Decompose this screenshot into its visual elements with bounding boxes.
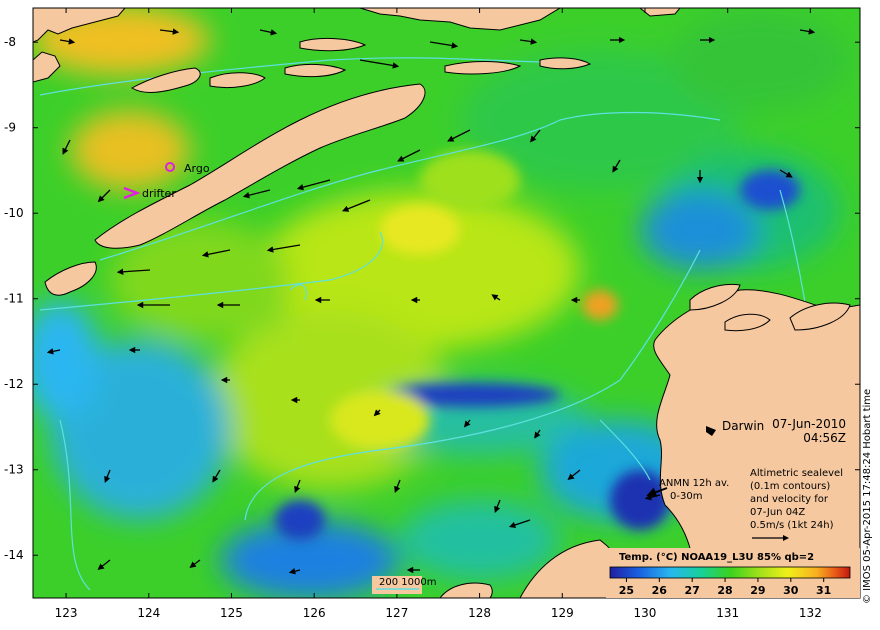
lat-tick-label: -14	[4, 548, 24, 562]
darwin-label: Darwin	[722, 419, 764, 433]
lon-tick-label: 127	[385, 606, 408, 620]
colorbar-tick-label: 29	[750, 584, 765, 597]
map-frame-content	[33, 8, 860, 598]
anmn-label-line1: ANMN 12h av.	[659, 478, 729, 489]
credit-text: © IMOS 05-Apr-2015 17:48:24 Hobart time	[862, 388, 873, 604]
colorbar-tick-label: 25	[619, 584, 634, 597]
timestamp-time: 04:56Z	[803, 431, 846, 445]
colorbar-tick-label: 27	[685, 584, 700, 597]
colorbar-tick-label: 26	[652, 584, 668, 597]
colorbar-tick-label: 28	[717, 584, 732, 597]
altimetry-line-3: and velocity for	[750, 494, 829, 505]
lon-tick-label: 123	[55, 606, 78, 620]
lat-tick-label: -9	[4, 121, 16, 135]
lon-tick-label: 132	[799, 606, 822, 620]
lat-tick-label: -11	[4, 292, 24, 306]
lon-tick-label: 124	[137, 606, 160, 620]
altimetry-line-5: 0.5m/s (1kt 24h)	[750, 520, 834, 531]
bathy-legend-label: 200 1000m	[379, 577, 436, 588]
lat-tick-label: -13	[4, 463, 24, 477]
lat-tick-label: -12	[4, 377, 24, 391]
argo-label: Argo	[184, 162, 210, 175]
colorbar-tick-label: 30	[783, 584, 799, 597]
colorbar-title: Temp. (°C) NOAA19_L3U 85% qb=2	[619, 552, 814, 563]
colorbar: Temp. (°C) NOAA19_L3U 85% qb=2 25 26 27 28 2…	[606, 548, 860, 598]
lon-tick-label: 125	[220, 606, 243, 620]
altimetry-line-4: 07-Jun 04Z	[750, 507, 805, 518]
lon-tick-label: 129	[551, 606, 574, 620]
altimetry-line-2: (0.1m contours)	[750, 481, 830, 492]
lon-tick-label: 131	[716, 606, 739, 620]
colorbar-tick-label: 31	[816, 584, 831, 597]
colorbar-bar	[609, 566, 851, 579]
drifter-label: drifter	[142, 187, 176, 200]
lon-tick-label: 130	[634, 606, 657, 620]
anmn-label-line2: 0-30m	[670, 491, 702, 502]
lon-tick-label: 128	[468, 606, 491, 620]
lat-tick-label: -10	[4, 206, 24, 220]
sst-map: -8 -9 -10 -11 -12 -13 -14 123 124 125 126 127 128 12…	[4, 7, 861, 620]
altimetry-line-1: Altimetric sealevel	[750, 468, 843, 479]
timestamp-date: 07-Jun-2010	[772, 417, 846, 431]
lat-tick-label: -8	[4, 35, 16, 49]
lon-tick-label: 126	[303, 606, 326, 620]
